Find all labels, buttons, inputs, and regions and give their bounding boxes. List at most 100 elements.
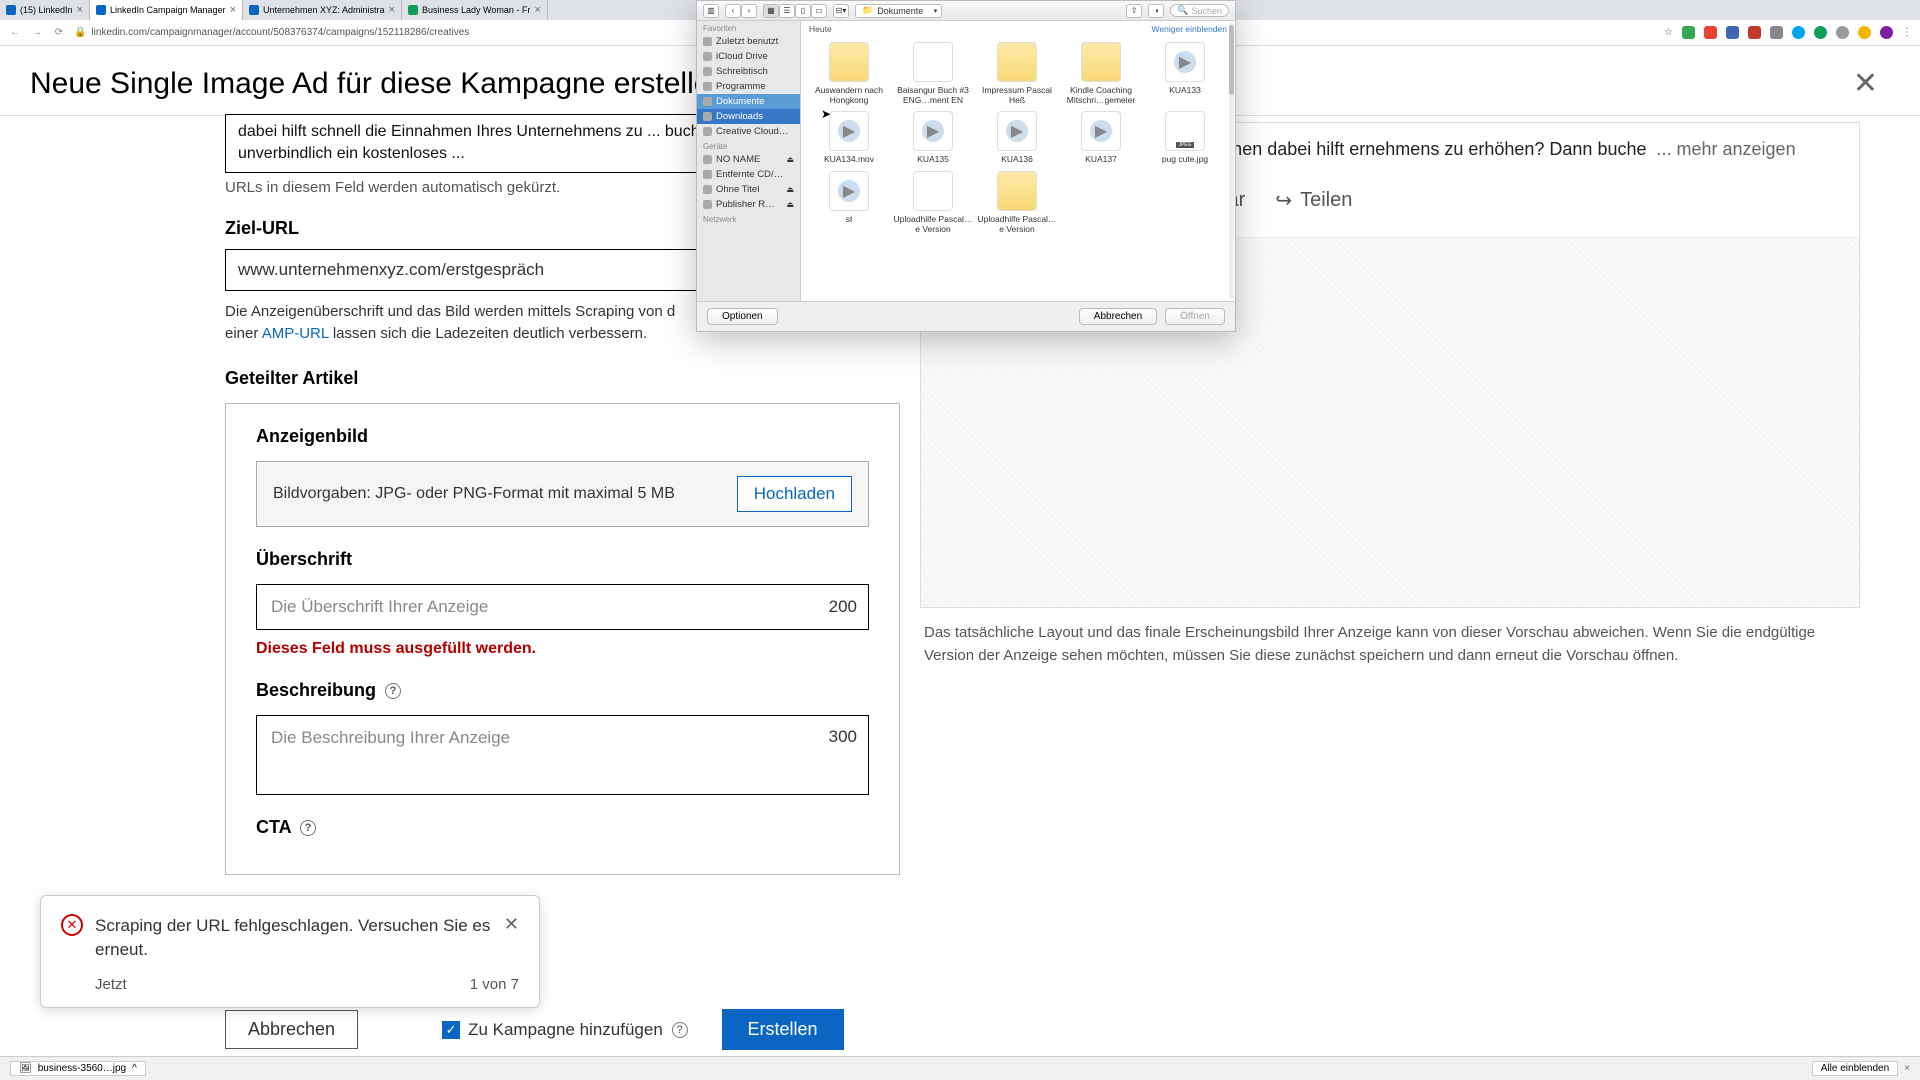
- extension-icon[interactable]: [1726, 26, 1739, 39]
- sidebar-section-header: Geräte: [697, 139, 800, 152]
- forward-icon[interactable]: ›: [741, 4, 757, 18]
- list-view-icon[interactable]: ☰: [779, 4, 795, 18]
- close-shelf-icon[interactable]: ×: [1904, 1063, 1910, 1074]
- add-to-campaign-checkbox[interactable]: ✓: [442, 1021, 460, 1039]
- extension-icon[interactable]: [1836, 26, 1849, 39]
- extension-icon[interactable]: [1814, 26, 1827, 39]
- browser-tab[interactable]: (15) LinkedIn×: [0, 0, 90, 20]
- file-name: Auswandern nach Hongkong: [809, 85, 889, 105]
- file-name: pug cute.jpg: [1162, 154, 1208, 164]
- column-view-icon[interactable]: ▯: [795, 4, 811, 18]
- file-item[interactable]: ▶KUA135: [891, 108, 975, 167]
- file-name: KUA136: [1001, 154, 1033, 164]
- path-dropdown[interactable]: 📁Dokumente: [855, 4, 942, 18]
- show-all-downloads[interactable]: Alle einblenden: [1812, 1061, 1898, 1076]
- sidebar-item[interactable]: Creative Cloud…: [697, 124, 800, 139]
- extension-icons: ☆ ⋮: [1664, 26, 1912, 39]
- collapse-link[interactable]: Weniger einblenden: [1152, 24, 1227, 34]
- optionen-button[interactable]: Optionen: [707, 308, 778, 325]
- file-item[interactable]: ▶st: [807, 168, 891, 237]
- help-icon[interactable]: ?: [300, 820, 316, 836]
- sidebar-toggle-icon[interactable]: ▥: [703, 4, 719, 18]
- file-name: KUA137: [1085, 154, 1117, 164]
- profile-avatar[interactable]: [1880, 26, 1893, 39]
- eject-icon[interactable]: ⏏: [786, 155, 794, 164]
- back-icon[interactable]: ‹: [725, 4, 741, 18]
- extension-icon[interactable]: [1792, 26, 1805, 39]
- file-name: Kindle Coaching Mitschri…gemeier: [1061, 85, 1141, 105]
- help-icon[interactable]: ?: [385, 683, 401, 699]
- sidebar-item[interactable]: NO NAME⏏: [697, 152, 800, 167]
- file-oeffnen-button[interactable]: Öffnen: [1165, 308, 1225, 325]
- sidebar-section-header: Netzwerk: [697, 212, 800, 225]
- file-item[interactable]: pug cute.jpg: [1143, 108, 1227, 167]
- file-item[interactable]: Baisangur Buch #3 ENG…ment EN: [891, 39, 975, 108]
- tab-close-icon[interactable]: ×: [230, 4, 236, 16]
- amp-url-link[interactable]: AMP-URL: [262, 325, 329, 342]
- sidebar-item[interactable]: Publisher R…⏏: [697, 197, 800, 212]
- search-field[interactable]: 🔍Suchen: [1170, 4, 1229, 17]
- share-action[interactable]: ↪Teilen: [1275, 188, 1352, 213]
- file-item[interactable]: Uploadhilfe Pascal…e Version: [891, 168, 975, 237]
- file-item[interactable]: ▶KUA136: [975, 108, 1059, 167]
- scrollbar[interactable]: [1229, 23, 1234, 299]
- browser-tab[interactable]: Business Lady Woman - Fr×: [402, 0, 548, 20]
- back-icon[interactable]: ←: [8, 27, 22, 38]
- fold-file-icon: [997, 42, 1037, 82]
- sidebar-item[interactable]: Zuletzt benutzt: [697, 34, 800, 49]
- upload-icon[interactable]: ⇧: [1126, 4, 1142, 18]
- group-icon[interactable]: ⊟▾: [833, 4, 849, 18]
- tag-icon[interactable]: ◑: [1148, 4, 1164, 18]
- file-item[interactable]: ▶KUA137: [1059, 108, 1143, 167]
- eject-icon[interactable]: ⏏: [786, 200, 794, 209]
- extension-icon[interactable]: [1704, 26, 1717, 39]
- file-item[interactable]: ▶KUA133: [1143, 39, 1227, 108]
- bookmark-icon[interactable]: ☆: [1664, 27, 1673, 38]
- help-icon[interactable]: ?: [672, 1022, 688, 1038]
- extension-icon[interactable]: [1682, 26, 1695, 39]
- mov-file-icon: ▶: [1165, 42, 1205, 82]
- sidebar-item-selected[interactable]: Dokumente: [697, 94, 800, 109]
- tab-close-icon[interactable]: ×: [534, 4, 540, 16]
- eject-icon[interactable]: ⏏: [786, 185, 794, 194]
- toast-close-icon[interactable]: ✕: [504, 914, 519, 935]
- extension-icon[interactable]: [1748, 26, 1761, 39]
- sidebar-item[interactable]: iCloud Drive: [697, 49, 800, 64]
- file-item[interactable]: Impressum Pascal Heß: [975, 39, 1059, 108]
- tab-close-icon[interactable]: ×: [77, 4, 83, 16]
- file-item[interactable]: Kindle Coaching Mitschri…gemeier: [1059, 39, 1143, 108]
- extension-icon[interactable]: [1770, 26, 1783, 39]
- sidebar-item[interactable]: Entfernte CD/…: [697, 167, 800, 182]
- file-item[interactable]: Uploadhilfe Pascal…e Version: [975, 168, 1059, 237]
- address-bar[interactable]: 🔒 linkedin.com/campaignmanager/account/5…: [74, 27, 469, 38]
- gallery-view-icon[interactable]: ▭: [811, 4, 827, 18]
- close-icon[interactable]: ✕: [1841, 66, 1890, 101]
- forward-icon[interactable]: →: [30, 27, 44, 38]
- file-item[interactable]: ▶KUA134.mov: [807, 108, 891, 167]
- extension-icon[interactable]: [1858, 26, 1871, 39]
- ueberschrift-input[interactable]: Die Überschrift Ihrer Anzeige: [256, 584, 869, 630]
- menu-icon[interactable]: ⋮: [1902, 27, 1912, 38]
- reload-icon[interactable]: ⟳: [52, 27, 66, 38]
- sidebar-item[interactable]: Ohne Titel⏏: [697, 182, 800, 197]
- char-count: 200: [829, 597, 857, 617]
- beschreibung-textarea[interactable]: Die Beschreibung Ihrer Anzeige: [256, 715, 869, 795]
- mov-file-icon: ▶: [829, 171, 869, 211]
- scrollbar-thumb[interactable]: [1229, 25, 1234, 95]
- file-abbrechen-button[interactable]: Abbrechen: [1079, 308, 1157, 325]
- erstellen-button[interactable]: Erstellen: [722, 1009, 844, 1050]
- sidebar-item[interactable]: Programme: [697, 79, 800, 94]
- show-more-link[interactable]: ... mehr anzeigen: [1657, 139, 1796, 159]
- hochladen-button[interactable]: Hochladen: [737, 476, 852, 512]
- icon-view-icon[interactable]: ▦: [763, 4, 779, 18]
- browser-tab[interactable]: LinkedIn Campaign Manager×: [90, 0, 243, 20]
- error-icon: ✕: [61, 914, 83, 936]
- file-item[interactable]: Auswandern nach Hongkong: [807, 39, 891, 108]
- abbrechen-button[interactable]: Abbrechen: [225, 1010, 358, 1049]
- download-item[interactable]: 🖼 business-3560…jpg ^: [10, 1061, 146, 1076]
- browser-tab[interactable]: Unternehmen XYZ: Administra×: [243, 0, 402, 20]
- chevron-up-icon[interactable]: ^: [132, 1063, 137, 1074]
- sidebar-item[interactable]: Downloads: [697, 109, 800, 124]
- tab-close-icon[interactable]: ×: [389, 4, 395, 16]
- sidebar-item[interactable]: Schreibtisch: [697, 64, 800, 79]
